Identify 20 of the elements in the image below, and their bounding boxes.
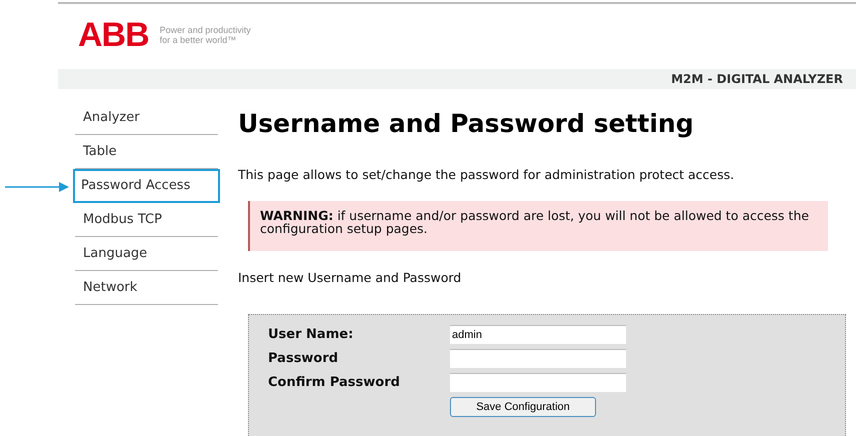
intro-text: This page allows to set/change the password for administration protect access. bbox=[238, 166, 736, 184]
tagline: Power and productivity for a better world™ bbox=[160, 25, 251, 45]
arrow-icon bbox=[5, 182, 69, 192]
sidebar-item[interactable]: Analyzer bbox=[83, 108, 140, 128]
company-logo: ABB bbox=[78, 20, 149, 50]
save-configuration-button[interactable]: Save Configuration bbox=[450, 396, 596, 417]
field-label: User Name: bbox=[268, 326, 354, 344]
sidebar-item[interactable]: Network bbox=[83, 278, 138, 298]
warning-text: WARNING: if username and/or password are lost, you will not be allowed to access the configuration setup pages. bbox=[260, 208, 810, 235]
input-field[interactable]: admin bbox=[450, 325, 626, 344]
sidebar-item[interactable]: Language bbox=[83, 244, 148, 264]
input-field[interactable] bbox=[450, 373, 626, 392]
page-heading: Username and Password setting bbox=[238, 108, 695, 140]
input-field[interactable] bbox=[450, 349, 626, 368]
field-label: Password bbox=[268, 350, 340, 368]
product-title: M2M - DIGITAL ANALYZER bbox=[671, 71, 843, 88]
sidebar-item[interactable]: Table bbox=[83, 142, 117, 162]
field-label: Confirm Password bbox=[268, 374, 401, 392]
sidebar-item[interactable]: Modbus TCP bbox=[83, 210, 162, 230]
instruction-text: Insert new Username and Password bbox=[238, 268, 462, 287]
